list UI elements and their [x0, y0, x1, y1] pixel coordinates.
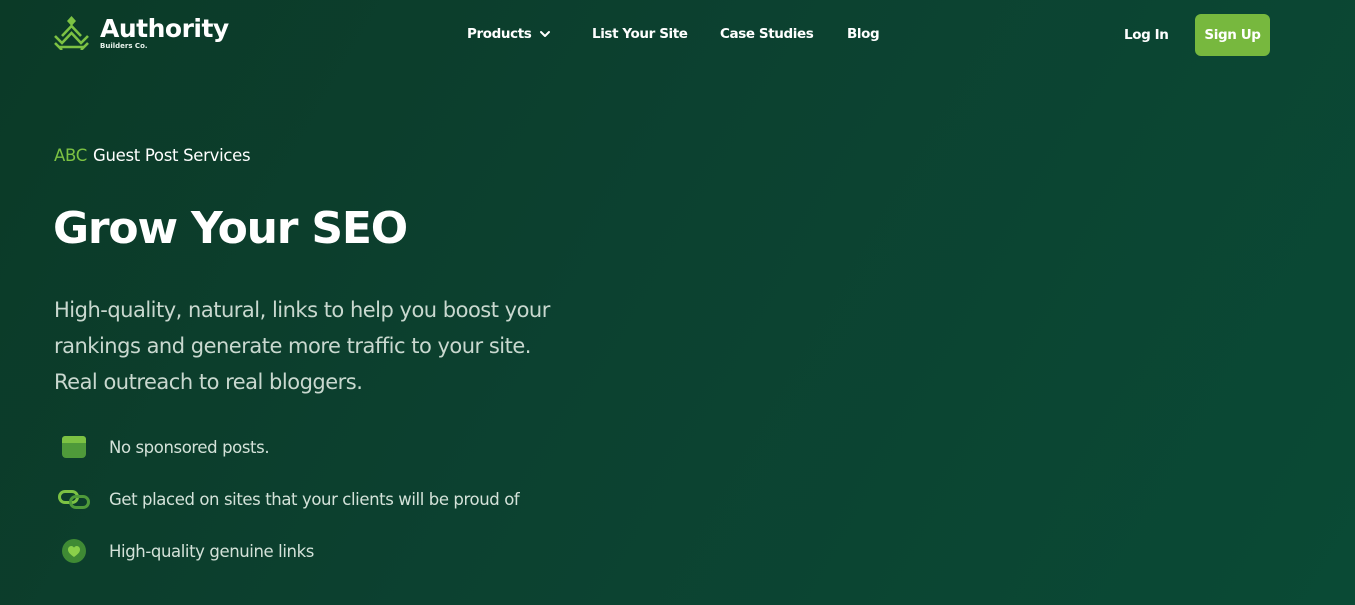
hero-description-line: High-quality, natural, links to help you… — [54, 298, 550, 322]
chevron-down-icon — [540, 31, 551, 37]
nav-item-blog[interactable]: Blog — [847, 26, 880, 42]
nav-item-case-studies[interactable]: Case Studies — [720, 26, 814, 42]
login-link[interactable]: Log In — [1124, 27, 1169, 43]
link-chain-icon — [58, 483, 90, 515]
hero-eyebrow: ABC Guest Post Services — [54, 146, 251, 165]
nav-item-label: Blog — [847, 26, 880, 42]
nav-item-list-your-site[interactable]: List Your Site — [592, 26, 688, 42]
signup-button[interactable]: Sign Up — [1195, 14, 1270, 56]
eyebrow-text: Guest Post Services — [92, 146, 251, 165]
hero-title: Grow Your SEO — [53, 203, 408, 254]
feature-label: No sponsored posts. — [109, 437, 270, 457]
feature-item: No sponsored posts. — [58, 431, 270, 463]
feature-item: High-quality genuine links — [58, 535, 314, 567]
feature-item: Get placed on sites that your clients wi… — [58, 483, 520, 515]
nav-item-label: List Your Site — [592, 26, 688, 42]
hero-description-line: rankings and generate more traffic to yo… — [54, 334, 531, 358]
hero-description-line: Real outreach to real bloggers. — [54, 370, 363, 394]
nav-item-products[interactable]: Products — [467, 26, 551, 42]
feature-label: Get placed on sites that your clients wi… — [109, 489, 520, 509]
hero-description: High-quality, natural, links to help you… — [54, 292, 594, 400]
eyebrow-accent: ABC — [54, 146, 87, 165]
site-header: Authority Builders Co. Products List You… — [0, 0, 1355, 70]
feature-label: High-quality genuine links — [109, 541, 314, 561]
nav-item-label: Case Studies — [720, 26, 814, 42]
nav-item-label: Products — [467, 26, 532, 42]
heart-icon — [58, 535, 90, 567]
browser-window-icon — [58, 431, 90, 463]
